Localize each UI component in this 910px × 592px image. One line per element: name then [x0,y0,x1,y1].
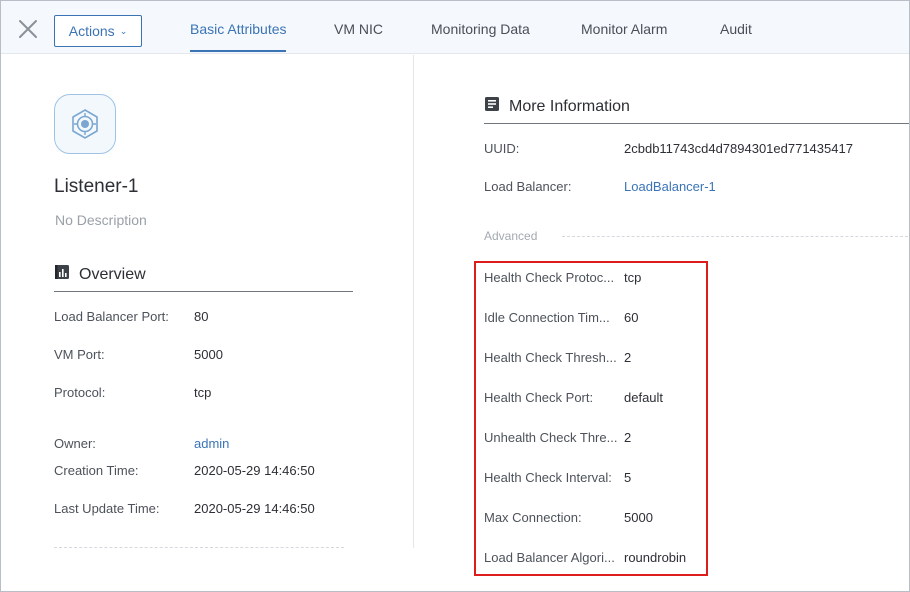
tab-audit[interactable]: Audit [720,21,752,37]
idle-connection-timeout-value: 60 [624,310,639,325]
uuid-value: 2cbdb11743cd4d7894301ed771435417 [624,141,853,156]
resource-name: Listener-1 [54,176,139,197]
advanced-section-label: Advanced [484,229,538,243]
chart-book-icon [54,264,70,285]
active-tab-indicator [190,50,286,52]
listener-icon [54,94,116,154]
field-label: Load Balancer Port: [54,309,169,324]
field-label: Health Check Protoc... [484,270,615,285]
health-check-protocol-value: tcp [624,270,642,285]
more-information-heading: More Information [484,96,630,117]
tab-monitoring-data[interactable]: Monitoring Data [431,21,530,37]
tab-monitor-alarm[interactable]: Monitor Alarm [581,21,667,37]
column-divider [413,55,414,548]
protocol-value: tcp [194,385,212,400]
actions-button-label: Actions [68,23,115,39]
field-label: VM Port: [54,347,105,362]
close-icon[interactable] [17,18,39,40]
field-label: Idle Connection Tim... [484,310,610,325]
field-label: Max Connection: [484,510,582,525]
field-label: Load Balancer Algori... [484,550,615,565]
load-balancer-port-value: 80 [194,309,209,324]
load-balancer-algorithm-value: roundrobin [624,550,687,565]
field-label: Health Check Thresh... [484,350,617,365]
load-balancer-link[interactable]: LoadBalancer-1 [624,179,716,194]
creation-time-value: 2020-05-29 14:46:50 [194,463,315,478]
actions-button[interactable]: Actions ⌄ [54,15,142,47]
advanced-divider [562,236,908,237]
overview-heading: Overview [54,264,146,285]
tab-vm-nic[interactable]: VM NIC [334,21,383,37]
field-label: Creation Time: [54,463,139,478]
more-information-divider [484,123,909,124]
field-label: Last Update Time: [54,501,160,516]
top-bar: Actions ⌄ Basic Attributes VM NIC Monito… [1,1,909,54]
health-check-interval-value: 5 [624,470,632,485]
field-label: Health Check Interval: [484,470,612,485]
field-label: UUID: [484,141,520,156]
field-label: Load Balancer: [484,179,572,194]
highlight-box [474,261,708,576]
field-label: Health Check Port: [484,390,594,405]
left-footer-divider [54,547,344,548]
field-label: Protocol: [54,385,106,400]
last-update-time-value: 2020-05-29 14:46:50 [194,501,315,516]
overview-title: Overview [79,265,146,283]
chevron-down-icon: ⌄ [119,25,128,36]
document-icon [484,96,500,117]
health-check-threshold-value: 2 [624,350,632,365]
field-label: Unhealth Check Thre... [484,430,618,445]
overview-divider [54,291,353,292]
max-connection-value: 5000 [624,510,653,525]
unhealth-check-threshold-value: 2 [624,430,632,445]
vm-port-value: 5000 [194,347,223,362]
owner-link[interactable]: admin [194,436,229,451]
health-check-port-value: default [624,390,664,405]
more-information-title: More Information [509,97,630,115]
tab-basic-attributes[interactable]: Basic Attributes [190,21,287,37]
field-label: Owner: [54,436,96,451]
resource-description: No Description [55,212,147,228]
